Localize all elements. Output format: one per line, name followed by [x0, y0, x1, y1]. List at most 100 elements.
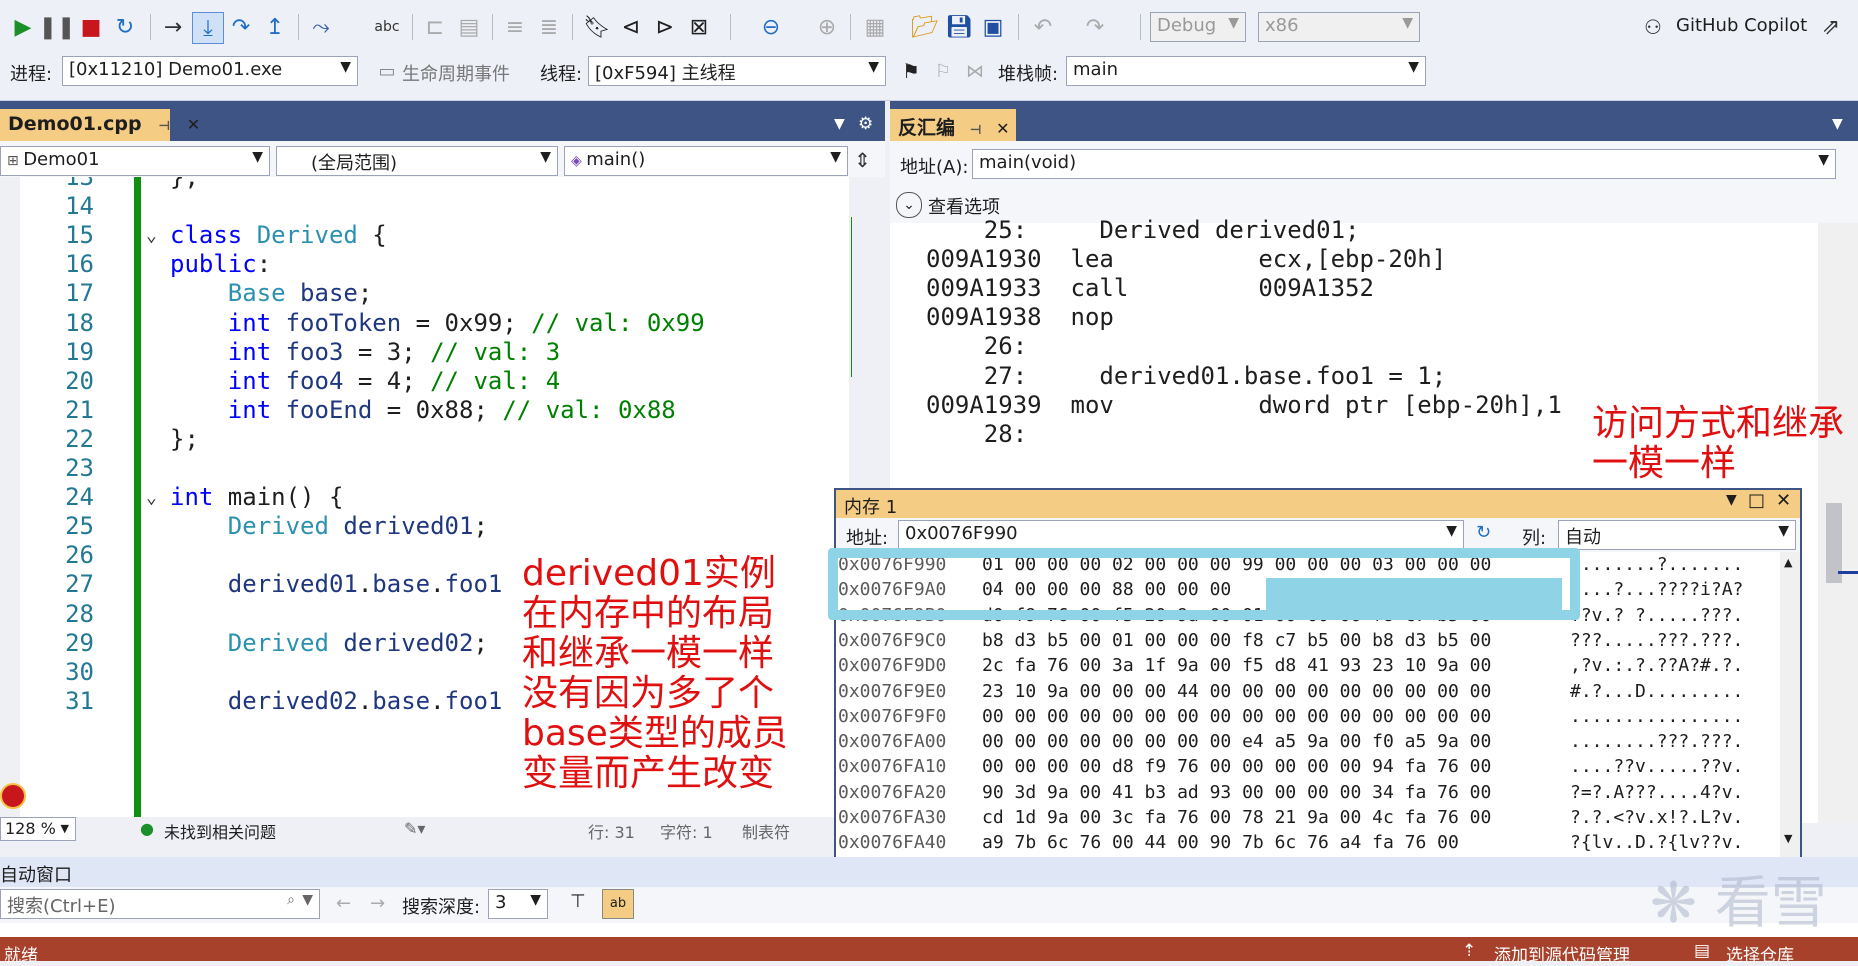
- bookmark-icon[interactable]: 🔖︎: [582, 12, 612, 42]
- memory-title-bar[interactable]: 内存 1 ▼ □ ✕: [836, 490, 1800, 518]
- memory-bytes[interactable]: 2c fa 76 00 3a 1f 9a 00 f5 d8 41 93 23 1…: [982, 655, 1491, 677]
- memory-bytes[interactable]: cd 1d 9a 00 3c fa 76 00 78 21 9a 00 4c f…: [982, 807, 1491, 829]
- fold-chevron-icon[interactable]: ⌄: [146, 483, 157, 512]
- pin-icon[interactable]: ⊣: [158, 119, 170, 134]
- line-position[interactable]: 行: 31: [588, 819, 635, 843]
- asm-line[interactable]: 27: derived01.base.foo1 = 1;: [926, 362, 1446, 391]
- asm-line[interactable]: 009A1939 mov dword ptr [ebp-20h],1: [926, 391, 1562, 420]
- show-next-statement-icon[interactable]: →: [158, 12, 188, 42]
- tab-overflow-icon[interactable]: ▼: [1832, 116, 1843, 132]
- new-project-icon[interactable]: ▦: [860, 12, 890, 42]
- issues-text[interactable]: 未找到相关问题: [164, 819, 276, 843]
- asm-line[interactable]: 009A1933 call 009A1352: [926, 274, 1374, 303]
- memory-bytes[interactable]: a9 7b 6c 76 00 44 00 90 7b 6c 76 a4 fa 7…: [982, 832, 1459, 854]
- char-position[interactable]: 字符: 1: [660, 819, 713, 843]
- asm-line[interactable]: 25: Derived derived01;: [926, 216, 1360, 245]
- close-icon[interactable]: ✕: [996, 119, 1009, 138]
- threads-icon[interactable]: ⚐: [928, 56, 958, 86]
- memory-ascii[interactable]: ................: [1570, 706, 1743, 728]
- platform-select[interactable]: x86 ▼: [1258, 12, 1420, 42]
- continue-icon[interactable]: ▶: [8, 12, 38, 42]
- fold-chevron-icon[interactable]: ⌄: [146, 221, 157, 250]
- navigate-back-icon[interactable]: ⊖: [756, 12, 786, 42]
- save-all-icon[interactable]: ▣: [978, 12, 1008, 42]
- memory-bytes[interactable]: 90 3d 9a 00 41 b3 ad 93 00 00 00 00 34 f…: [982, 782, 1491, 804]
- project-scope-select[interactable]: ⊞ Demo01 ▼: [0, 146, 270, 176]
- open-folder-icon[interactable]: 📂︎: [910, 12, 940, 42]
- save-icon[interactable]: 💾︎: [944, 12, 974, 42]
- dropdown-icon[interactable]: ▼: [1726, 492, 1737, 508]
- autos-search-input[interactable]: 搜索(Ctrl+E) ⌕ ▼: [0, 889, 320, 919]
- tab-overflow-icon[interactable]: ▼: [834, 116, 845, 132]
- step-over-icon[interactable]: ↷: [226, 12, 256, 42]
- zoom-select[interactable]: 128 % ▼: [0, 817, 76, 841]
- close-icon[interactable]: ✕: [1776, 490, 1791, 511]
- memory-ascii[interactable]: ,?v.:.?.??A?#.?.: [1570, 655, 1743, 677]
- breakpoint-current-icon[interactable]: [0, 783, 26, 809]
- source-control-button[interactable]: 添加到源代码管理: [1494, 941, 1630, 966]
- step-out-icon[interactable]: ↥: [260, 12, 290, 42]
- memory-bytes[interactable]: 00 00 00 00 00 00 00 00 e4 a5 9a 00 f0 a…: [982, 731, 1491, 753]
- config-select[interactable]: Debug ▼: [1150, 12, 1246, 42]
- redo-icon[interactable]: ↷: [1080, 12, 1110, 42]
- asm-line[interactable]: 009A1930 lea ecx,[ebp-20h]: [926, 245, 1446, 274]
- memory-ascii[interactable]: ........???.???.: [1570, 731, 1743, 753]
- back-icon[interactable]: ←: [336, 893, 351, 914]
- address-input[interactable]: main(void) ▼: [972, 149, 1836, 179]
- copy-format-icon[interactable]: ▤: [454, 12, 484, 42]
- comment-icon[interactable]: ≡: [500, 12, 530, 42]
- select-repo-button[interactable]: 选择仓库: [1726, 941, 1794, 966]
- disasm-scrollbar[interactable]: [1818, 223, 1858, 823]
- autos-title-bar[interactable]: 自动窗口: [0, 857, 1858, 887]
- memory-bytes[interactable]: b8 d3 b5 00 01 00 00 00 f8 c7 b5 00 b8 d…: [982, 630, 1491, 652]
- global-scope-select[interactable]: (全局范围) ▼: [276, 146, 558, 176]
- share-icon[interactable]: ⇗: [1816, 12, 1846, 42]
- memory-ascii[interactable]: ?{lv..D.?{lv??v.: [1570, 832, 1743, 854]
- chevron-down-icon[interactable]: ⌄: [896, 192, 922, 218]
- close-icon[interactable]: ✕: [187, 115, 200, 134]
- split-icon[interactable]: ⇕: [854, 148, 871, 172]
- memory-ascii[interactable]: ....??v.....??v.: [1570, 756, 1743, 778]
- scroll-up-icon[interactable]: ▲: [1784, 556, 1792, 569]
- member-select[interactable]: ◈ main() ▼: [564, 146, 848, 176]
- flag-icon[interactable]: ⚑: [896, 56, 926, 86]
- asm-line[interactable]: 26:: [926, 332, 1027, 361]
- memory-bytes[interactable]: 00 00 00 00 d8 f9 76 00 00 00 00 00 94 f…: [982, 756, 1491, 778]
- asm-line[interactable]: 28:: [926, 420, 1027, 449]
- pause-icon[interactable]: ❚❚: [39, 12, 76, 42]
- spellcheck-icon[interactable]: abc: [372, 12, 402, 42]
- asm-line[interactable]: 009A1938 nop: [926, 303, 1114, 332]
- tab-disassembly[interactable]: 反汇编 ⊣ ✕: [890, 109, 1016, 143]
- lifecycle-events[interactable]: 生命周期事件: [402, 60, 510, 86]
- prev-bookmark-icon[interactable]: ⊲: [616, 12, 646, 42]
- memory-ascii[interactable]: ........?.......: [1570, 554, 1743, 576]
- stop-icon[interactable]: ■: [76, 12, 106, 42]
- columns-select[interactable]: 自动 ▼: [1558, 520, 1796, 550]
- breakpoint-align-icon[interactable]: ⊏: [420, 12, 450, 42]
- diagnostic-icon[interactable]: ⤳: [306, 12, 336, 42]
- memory-bytes[interactable]: 00 00 00 00 00 00 00 00 00 00 00 00 00 0…: [982, 706, 1491, 728]
- cleanup-icon[interactable]: ✎▾: [404, 819, 425, 838]
- memory-ascii[interactable]: ???.....???.???.: [1570, 630, 1743, 652]
- upload-icon[interactable]: ⇡: [1462, 941, 1476, 961]
- undo-icon[interactable]: ↶: [1028, 12, 1058, 42]
- stackframe-select[interactable]: main ▼: [1066, 56, 1426, 86]
- scroll-down-icon[interactable]: ▼: [1784, 832, 1792, 845]
- repo-icon[interactable]: ▤: [1694, 941, 1710, 961]
- memory-ascii[interactable]: ??v.? ?.....???.: [1570, 605, 1743, 627]
- memory-address-input[interactable]: 0x0076F990 ▼: [898, 520, 1464, 550]
- pin-icon[interactable]: ⊤: [570, 891, 586, 912]
- navigate-forward-icon[interactable]: ⊕: [812, 12, 842, 42]
- settings-gear-icon[interactable]: ⚙: [858, 114, 873, 134]
- tab-demo01-cpp[interactable]: Demo01.cpp ⊣ ✕: [0, 109, 200, 143]
- memory-ascii[interactable]: ?.?.<?v.x!?.L?v.: [1570, 807, 1743, 829]
- expand-call-icon[interactable]: ⋈: [960, 56, 990, 86]
- memory-ascii[interactable]: #.?...D.........: [1570, 681, 1743, 703]
- copilot-label[interactable]: GitHub Copilot: [1676, 15, 1807, 36]
- memory-ascii[interactable]: ....?...????i?A?: [1570, 579, 1743, 601]
- thread-select[interactable]: [0xF594] 主线程 ▼: [588, 56, 886, 86]
- next-bookmark-icon[interactable]: ⊳: [650, 12, 680, 42]
- hex-display-icon[interactable]: ab: [602, 889, 634, 919]
- memory-ascii[interactable]: ?=?.A???....4?v.: [1570, 782, 1743, 804]
- memory-bytes[interactable]: 23 10 9a 00 00 00 44 00 00 00 00 00 00 0…: [982, 681, 1491, 703]
